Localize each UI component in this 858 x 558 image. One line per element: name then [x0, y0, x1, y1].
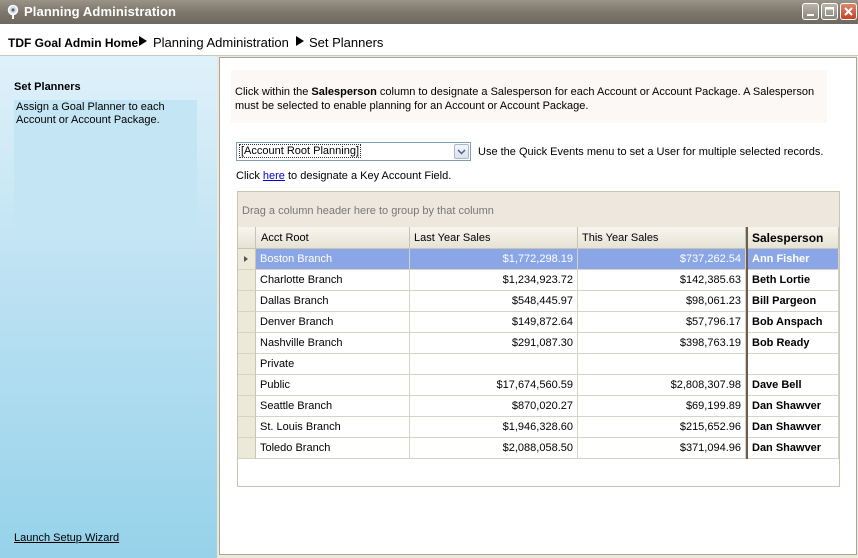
cell-last-year-sales[interactable]: $149,872.64 — [410, 312, 578, 333]
cell-salesperson[interactable]: Bob Ready — [748, 333, 839, 354]
cell-salesperson[interactable] — [748, 354, 839, 375]
cell-salesperson[interactable]: Bill Pargeon — [748, 291, 839, 312]
cell-this-year-sales[interactable]: $142,385.63 — [578, 270, 746, 291]
row-selector[interactable] — [238, 396, 256, 417]
table-row[interactable]: Charlotte Branch $1,234,923.72 $142,385.63… — [238, 270, 839, 291]
quick-events-hint: Use the Quick Events menu to set a User … — [478, 146, 824, 158]
breadcrumb-home[interactable]: TDF Goal Admin Home — [8, 36, 138, 50]
key-suffix: to designate a Key Account Field. — [284, 170, 452, 182]
sidebar-description: Assign a Goal Planner to each Account or… — [16, 101, 165, 126]
cell-acct-root[interactable]: Private — [256, 354, 410, 375]
breadcrumb-arrow-icon — [139, 36, 147, 46]
key-account-line: Click here to designate a Key Account Fi… — [236, 170, 451, 182]
cell-acct-root[interactable]: St. Louis Branch — [256, 417, 410, 438]
cell-this-year-sales[interactable]: $57,796.17 — [578, 312, 746, 333]
title-bar: Planning Administration — [0, 0, 858, 24]
app-gear-icon — [7, 4, 19, 19]
cell-last-year-sales[interactable]: $17,674,560.59 — [410, 375, 578, 396]
column-header-this-year-sales[interactable]: This Year Sales — [578, 227, 746, 249]
close-button[interactable] — [840, 3, 857, 20]
planners-grid: Drag a column header here to group by th… — [237, 191, 840, 487]
group-by-area[interactable]: Drag a column header here to group by th… — [238, 192, 839, 227]
column-header-acct-root[interactable]: Acct Root — [256, 227, 410, 249]
cell-last-year-sales[interactable]: $2,088,058.50 — [410, 438, 578, 459]
cell-this-year-sales[interactable]: $737,262.54 — [578, 249, 746, 270]
row-selector[interactable] — [238, 249, 256, 270]
cell-last-year-sales[interactable]: $870,020.27 — [410, 396, 578, 417]
window-title: Planning Administration — [24, 4, 177, 19]
table-row[interactable]: Public $17,674,560.59 $2,808,307.98 Dave Be… — [238, 375, 839, 396]
instruction-box: Click within the Salesperson column to d… — [231, 70, 827, 123]
cell-last-year-sales[interactable]: $1,234,923.72 — [410, 270, 578, 291]
cell-salesperson[interactable]: Dan Shawver — [748, 396, 839, 417]
table-row[interactable]: Dallas Branch $548,445.97 $98,061.23 Bill P… — [238, 291, 839, 312]
cell-acct-root[interactable]: Dallas Branch — [256, 291, 410, 312]
cell-salesperson[interactable]: Ann Fisher — [748, 249, 839, 270]
instruction-bold: Salesperson — [311, 86, 377, 98]
sidebar: Set Planners Assign a Goal Planner to ea… — [0, 56, 217, 558]
cell-acct-root[interactable]: Seattle Branch — [256, 396, 410, 417]
minimize-button[interactable] — [802, 3, 819, 20]
launch-setup-wizard-link[interactable]: Launch Setup Wizard — [14, 532, 119, 544]
row-selector[interactable] — [238, 312, 256, 333]
column-header-last-year-sales[interactable]: Last Year Sales — [410, 227, 578, 249]
breadcrumb-planning-administration[interactable]: Planning Administration — [153, 35, 289, 50]
cell-this-year-sales[interactable]: $98,061.23 — [578, 291, 746, 312]
row-selector[interactable] — [238, 417, 256, 438]
cell-acct-root[interactable]: Public — [256, 375, 410, 396]
row-selector[interactable] — [238, 270, 256, 291]
cell-salesperson[interactable]: Bob Anspach — [748, 312, 839, 333]
cell-acct-root[interactable]: Boston Branch — [256, 249, 410, 270]
cell-this-year-sales[interactable]: $371,094.96 — [578, 438, 746, 459]
cell-last-year-sales[interactable]: $548,445.97 — [410, 291, 578, 312]
cell-acct-root[interactable]: Charlotte Branch — [256, 270, 410, 291]
cell-acct-root[interactable]: Toledo Branch — [256, 438, 410, 459]
chevron-down-icon[interactable] — [454, 144, 469, 159]
cell-this-year-sales[interactable]: $215,652.96 — [578, 417, 746, 438]
breadcrumb-set-planners: Set Planners — [309, 35, 384, 50]
main-panel: Click within the Salesperson column to d… — [219, 57, 857, 555]
table-row[interactable]: Toledo Branch $2,088,058.50 $371,094.96 Dan… — [238, 438, 839, 459]
breadcrumb: TDF Goal Admin Home Planning Administrat… — [0, 24, 858, 56]
cell-salesperson[interactable]: Beth Lortie — [748, 270, 839, 291]
column-header-salesperson[interactable]: Salesperson — [748, 227, 839, 249]
row-selector[interactable] — [238, 291, 256, 312]
cell-salesperson[interactable]: Dan Shawver — [748, 417, 839, 438]
instruction-text: Click within the Salesperson column to d… — [235, 85, 820, 113]
row-pointer-icon — [244, 256, 248, 262]
cell-this-year-sales[interactable]: $398,763.19 — [578, 333, 746, 354]
planning-type-dropdown[interactable]: [Account Root Planning] — [236, 142, 471, 161]
cell-acct-root[interactable]: Denver Branch — [256, 312, 410, 333]
instruction-prefix: Click within the — [235, 86, 312, 98]
key-prefix: Click — [236, 170, 263, 182]
cell-this-year-sales[interactable]: $2,808,307.98 — [578, 375, 746, 396]
cell-salesperson[interactable]: Dave Bell — [748, 375, 839, 396]
row-selector[interactable] — [238, 354, 256, 375]
cell-last-year-sales[interactable]: $1,772,298.19 — [410, 249, 578, 270]
table-row[interactable]: St. Louis Branch $1,946,328.60 $215,652.96… — [238, 417, 839, 438]
table-row[interactable]: Boston Branch $1,772,298.19 $737,262.54 Ann… — [238, 249, 839, 270]
table-row[interactable]: Private — [238, 354, 839, 375]
cell-salesperson[interactable]: Dan Shawver — [748, 438, 839, 459]
row-selector[interactable] — [238, 333, 256, 354]
cell-last-year-sales[interactable]: $1,946,328.60 — [410, 417, 578, 438]
cell-last-year-sales[interactable] — [410, 354, 578, 375]
row-selector[interactable] — [238, 375, 256, 396]
cell-acct-root[interactable]: Nashville Branch — [256, 333, 410, 354]
table-row[interactable]: Seattle Branch $870,020.27 $69,199.89 Dan S… — [238, 396, 839, 417]
group-by-hint: Drag a column header here to group by th… — [242, 205, 494, 217]
cell-this-year-sales[interactable] — [578, 354, 746, 375]
salesperson-column-divider — [746, 227, 748, 459]
cell-last-year-sales[interactable]: $291,087.30 — [410, 333, 578, 354]
cell-this-year-sales[interactable]: $69,199.89 — [578, 396, 746, 417]
breadcrumb-arrow-icon — [296, 36, 304, 46]
dropdown-value: [Account Root Planning] — [239, 144, 362, 158]
table-row[interactable]: Denver Branch $149,872.64 $57,796.17 Bob An… — [238, 312, 839, 333]
maximize-button[interactable] — [821, 3, 838, 20]
row-selector-header — [238, 227, 256, 249]
row-selector[interactable] — [238, 438, 256, 459]
table-row[interactable]: Nashville Branch $291,087.30 $398,763.19 Bo… — [238, 333, 839, 354]
key-account-link[interactable]: here — [263, 170, 285, 182]
sidebar-title: Set Planners — [14, 81, 81, 93]
